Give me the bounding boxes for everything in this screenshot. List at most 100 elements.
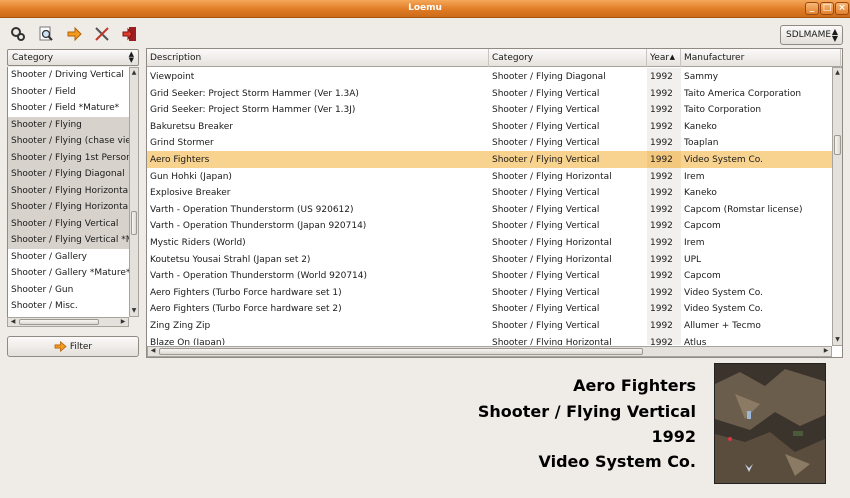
category-list-item[interactable]: Shooter / Flying Horizontal *Mature* (8, 199, 129, 216)
cell-manufacturer: Video System Co. (684, 287, 763, 298)
cell-manufacturer: Kaneko (684, 188, 717, 199)
table-row[interactable]: Aero Fighters Shooter / Flying Vertical 19… (147, 150, 832, 168)
run-button[interactable] (64, 24, 84, 44)
filter-button[interactable]: Filter (7, 336, 139, 357)
category-list-item[interactable]: Shooter / Flying (chase view) (8, 133, 129, 150)
scroll-thumb[interactable] (159, 348, 643, 355)
scroll-down-icon[interactable]: ▼ (833, 335, 842, 345)
category-vertical-scrollbar[interactable]: ▲ ▼ (129, 67, 139, 317)
cell-description: Grid Seeker: Project Storm Hammer (Ver 1… (150, 88, 359, 99)
quit-button[interactable] (120, 24, 140, 44)
table-row[interactable]: Grid Seeker: Project Storm Hammer (Ver 1… (147, 101, 832, 118)
category-list-item[interactable]: Shooter / Field (8, 84, 129, 101)
category-list-item[interactable]: Shooter / Driving Vertical (8, 67, 129, 84)
preferences-button[interactable] (92, 24, 112, 44)
category-list-item[interactable]: Shooter / Flying 1st Person (8, 149, 129, 166)
cell-description: Varth - Operation Thunderstorm (Japan 92… (150, 221, 367, 232)
column-header-manufacturer[interactable]: Manufacturer (681, 49, 841, 67)
table-body[interactable]: Viewpoint Shooter / Flying Diagonal 1992 Sa… (147, 68, 832, 345)
column-header-category[interactable]: Category (489, 49, 647, 67)
table-header: Description Category Year ▲ Manufacturer (147, 49, 842, 67)
cell-category: Shooter / Flying Vertical (492, 271, 600, 282)
table-row[interactable]: Grid Seeker: Project Storm Hammer (Ver 1… (147, 84, 832, 102)
table-row[interactable]: Explosive Breaker Shooter / Flying Vertic… (147, 184, 832, 201)
table-row[interactable]: Aero Fighters (Turbo Force hardware set … (147, 300, 832, 317)
close-button[interactable]: × (835, 2, 849, 15)
category-filter-label: Category (12, 53, 54, 63)
category-list-item[interactable]: Shooter / Flying Horizontal (8, 182, 129, 199)
category-list-item[interactable]: Shooter / Gun (8, 282, 129, 299)
cell-description: Varth - Operation Thunderstorm (World 92… (150, 271, 368, 282)
column-header-description[interactable]: Description (147, 49, 489, 67)
cell-description: Zing Zing Zip (150, 320, 211, 331)
maximize-button[interactable]: □ (820, 2, 834, 15)
cell-manufacturer: Capcom (Romstar license) (684, 204, 803, 215)
cell-year: 1992 (647, 101, 681, 118)
scroll-right-icon[interactable]: ▶ (118, 318, 128, 326)
table-row[interactable]: Varth - Operation Thunderstorm (Japan 92… (147, 217, 832, 234)
cell-manufacturer: Taito America Corporation (684, 88, 802, 99)
emulator-select-value: SDLMAME (786, 30, 832, 40)
cell-manufacturer: Video System Co. (684, 304, 763, 315)
category-list-item[interactable]: Shooter / Flying (8, 116, 129, 133)
scan-button[interactable] (8, 24, 28, 44)
cell-category: Shooter / Flying Horizontal (492, 237, 612, 248)
cell-year: 1992 (647, 267, 681, 284)
scroll-down-icon[interactable]: ▼ (130, 306, 138, 316)
minimize-button[interactable]: _ (805, 2, 819, 15)
cell-manufacturer: Atlus (684, 337, 707, 346)
cell-category: Shooter / Flying Vertical (492, 304, 600, 315)
cell-category: Shooter / Flying Vertical (492, 154, 600, 165)
scroll-left-icon[interactable]: ◀ (148, 347, 158, 356)
gears-icon (11, 27, 25, 41)
category-list-item[interactable]: Shooter / Gallery *Mature* (8, 265, 129, 282)
detail-title: Aero Fighters (573, 376, 696, 395)
column-header-year[interactable]: Year ▲ (647, 49, 681, 67)
category-filter-select[interactable]: Category ▲ ▼ (7, 49, 139, 66)
table-row[interactable]: Varth - Operation Thunderstorm (World 92… (147, 267, 832, 284)
category-list-item[interactable]: Shooter / Flying Diagonal (8, 166, 129, 183)
table-row[interactable]: Koutetsu Yousai Strahl (Japan set 2) Shoo… (147, 250, 832, 268)
category-list-item[interactable]: Shooter / Misc. (8, 298, 129, 315)
scroll-up-icon[interactable]: ▲ (130, 68, 138, 78)
table-row[interactable]: Gun Hohki (Japan) Shooter / Flying Horizo… (147, 167, 832, 185)
category-list-item[interactable]: Shooter / Flying Vertical *Mature* (8, 232, 129, 249)
table-horizontal-scrollbar[interactable]: ◀ ▶ (147, 346, 832, 357)
cell-category: Shooter / Flying Vertical (492, 88, 600, 99)
category-list-item[interactable]: Shooter / Flying Vertical (8, 215, 129, 232)
scroll-thumb[interactable] (131, 211, 137, 235)
cell-manufacturer: Kaneko (684, 121, 717, 132)
game-screenshot (714, 363, 826, 484)
scroll-thumb[interactable] (834, 135, 841, 155)
category-horizontal-scrollbar[interactable]: ◀ ▶ (7, 317, 129, 327)
search-button[interactable] (36, 24, 56, 44)
category-list-item[interactable]: Shooter / Field *Mature* (8, 100, 129, 117)
category-list-item[interactable]: Shooter / Gallery (8, 249, 129, 266)
cell-category: Shooter / Flying Vertical (492, 188, 600, 199)
scroll-right-icon[interactable]: ▶ (821, 347, 831, 356)
table-vertical-scrollbar[interactable]: ▲ ▼ (832, 67, 842, 346)
table-row[interactable]: Aero Fighters (Turbo Force hardware set … (147, 283, 832, 301)
cell-year: 1992 (647, 68, 681, 85)
cell-year: 1992 (647, 84, 681, 102)
emulator-select[interactable]: SDLMAME ▲ ▼ (780, 25, 843, 45)
table-row[interactable]: Varth - Operation Thunderstorm (US 92061… (147, 200, 832, 218)
table-row[interactable]: Grind Stormer Shooter / Flying Vertical 19… (147, 134, 832, 151)
table-row[interactable]: Bakuretsu Breaker Shooter / Flying Vertic… (147, 117, 832, 135)
category-list[interactable]: Shooter / Driving Vertical Shooter / Fiel… (7, 67, 129, 317)
cell-manufacturer: Sammy (684, 72, 719, 82)
table-row[interactable]: Viewpoint Shooter / Flying Diagonal 1992 Sa… (147, 68, 832, 85)
table-row[interactable]: Mystic Riders (World) Shooter / Flying Ho… (147, 233, 832, 251)
table-row[interactable]: Blaze On (Japan) Shooter / Flying Horizon… (147, 333, 832, 346)
scroll-left-icon[interactable]: ◀ (8, 318, 18, 326)
cell-manufacturer: Allumer + Tecmo (684, 320, 761, 331)
table-row[interactable]: Zing Zing Zip Shooter / Flying Vertical 19… (147, 316, 832, 334)
scroll-thumb[interactable] (19, 319, 99, 325)
game-screenshot-image (715, 364, 825, 483)
cell-year: 1992 (647, 134, 681, 151)
cell-description: Blaze On (Japan) (150, 337, 226, 346)
scroll-up-icon[interactable]: ▲ (833, 68, 842, 78)
cell-year: 1992 (647, 184, 681, 201)
cell-year: 1992 (647, 300, 681, 317)
cell-category: Shooter / Flying Horizontal (492, 254, 612, 265)
